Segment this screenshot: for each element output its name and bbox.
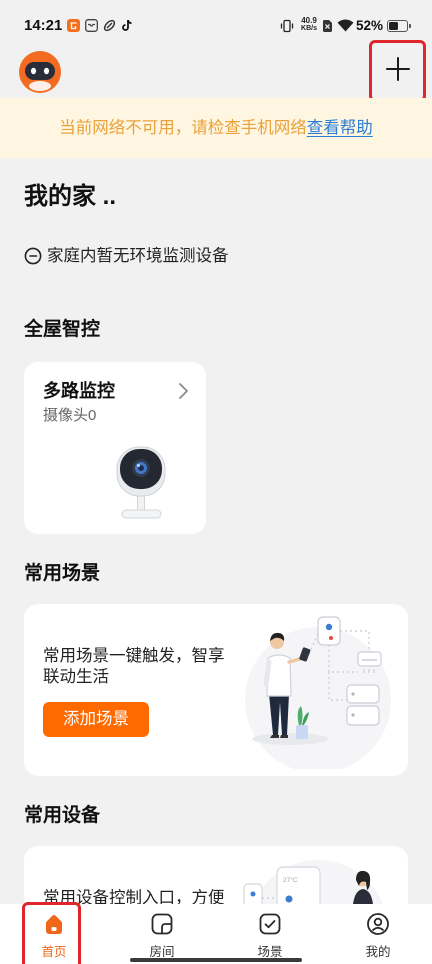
- tiktok-icon: [121, 19, 134, 32]
- network-warning-banner: 当前网络不可用，请检查手机网络查看帮助: [0, 98, 432, 158]
- section-title-scenes: 常用场景: [24, 563, 101, 584]
- status-time: 14:21: [24, 17, 63, 34]
- scenes-card: 常用场景一键触发，智享联动生活 添加场景: [24, 604, 408, 776]
- home-switcher-title[interactable]: 我的家 ..: [24, 181, 116, 213]
- environment-notice: 家庭内暂无环境监测设备: [24, 246, 404, 266]
- plus-icon[interactable]: [380, 51, 416, 87]
- wifi-icon: [337, 19, 354, 32]
- vibrate-icon: [280, 19, 294, 33]
- banner-message: 当前网络不可用，请检查手机网络: [59, 119, 307, 137]
- home-indicator-bar[interactable]: [130, 958, 302, 962]
- help-link[interactable]: 查看帮助: [307, 119, 373, 137]
- camera-icon: [116, 446, 166, 520]
- nav-label-home: 首页: [41, 945, 67, 959]
- nav-label-profile: 我的: [365, 945, 391, 959]
- link-app-icon: [103, 19, 116, 32]
- robot-avatar-icon[interactable]: [18, 50, 62, 94]
- bottom-navigation: 首页 房间 场景 我的: [0, 904, 432, 964]
- battery-icon: [387, 20, 411, 32]
- environment-notice-text: 家庭内暂无环境监测设备: [47, 247, 229, 265]
- nav-item-profile[interactable]: 我的: [324, 904, 432, 964]
- camera-count: 摄像头0: [43, 407, 97, 424]
- scenes-description: 常用场景一键触发，智享联动生活: [43, 647, 225, 686]
- chevron-right-icon: [176, 382, 190, 400]
- smart-sensor-device: [317, 616, 341, 646]
- battery-fill: [389, 22, 398, 30]
- multi-camera-card[interactable]: 多路监控 摄像头0: [24, 362, 206, 534]
- section-title-devices: 常用设备: [24, 805, 101, 826]
- profile-icon: [366, 912, 390, 936]
- room-icon: [150, 912, 174, 936]
- card-title: 多路监控: [43, 381, 115, 401]
- nav-item-home[interactable]: 首页: [0, 904, 108, 964]
- battery-cap: [408, 24, 411, 28]
- scene-icon: [258, 912, 282, 936]
- inbox-app-icon: [85, 19, 98, 32]
- shopping-app-icon: [67, 19, 80, 32]
- status-bar: 14:21 40.9 KB/s 52%: [0, 0, 432, 50]
- section-title-whole-house: 全屋智控: [24, 319, 101, 340]
- add-scene-button[interactable]: 添加场景: [43, 702, 149, 737]
- battery-percent: 52%: [356, 18, 384, 33]
- network-speed: 40.9 KB/s: [297, 16, 321, 33]
- home-icon: [42, 912, 66, 936]
- nav-item-scenes[interactable]: 场景: [216, 904, 324, 964]
- scene-illustration: [239, 614, 404, 769]
- sensor-icon: [24, 247, 42, 265]
- network-speed-unit: KB/s: [301, 25, 317, 32]
- no-sim-icon: [322, 19, 333, 32]
- nav-item-rooms[interactable]: 房间: [108, 904, 216, 964]
- network-speed-value: 40.9: [301, 16, 317, 25]
- thermostat-temp: 27°C: [283, 876, 298, 884]
